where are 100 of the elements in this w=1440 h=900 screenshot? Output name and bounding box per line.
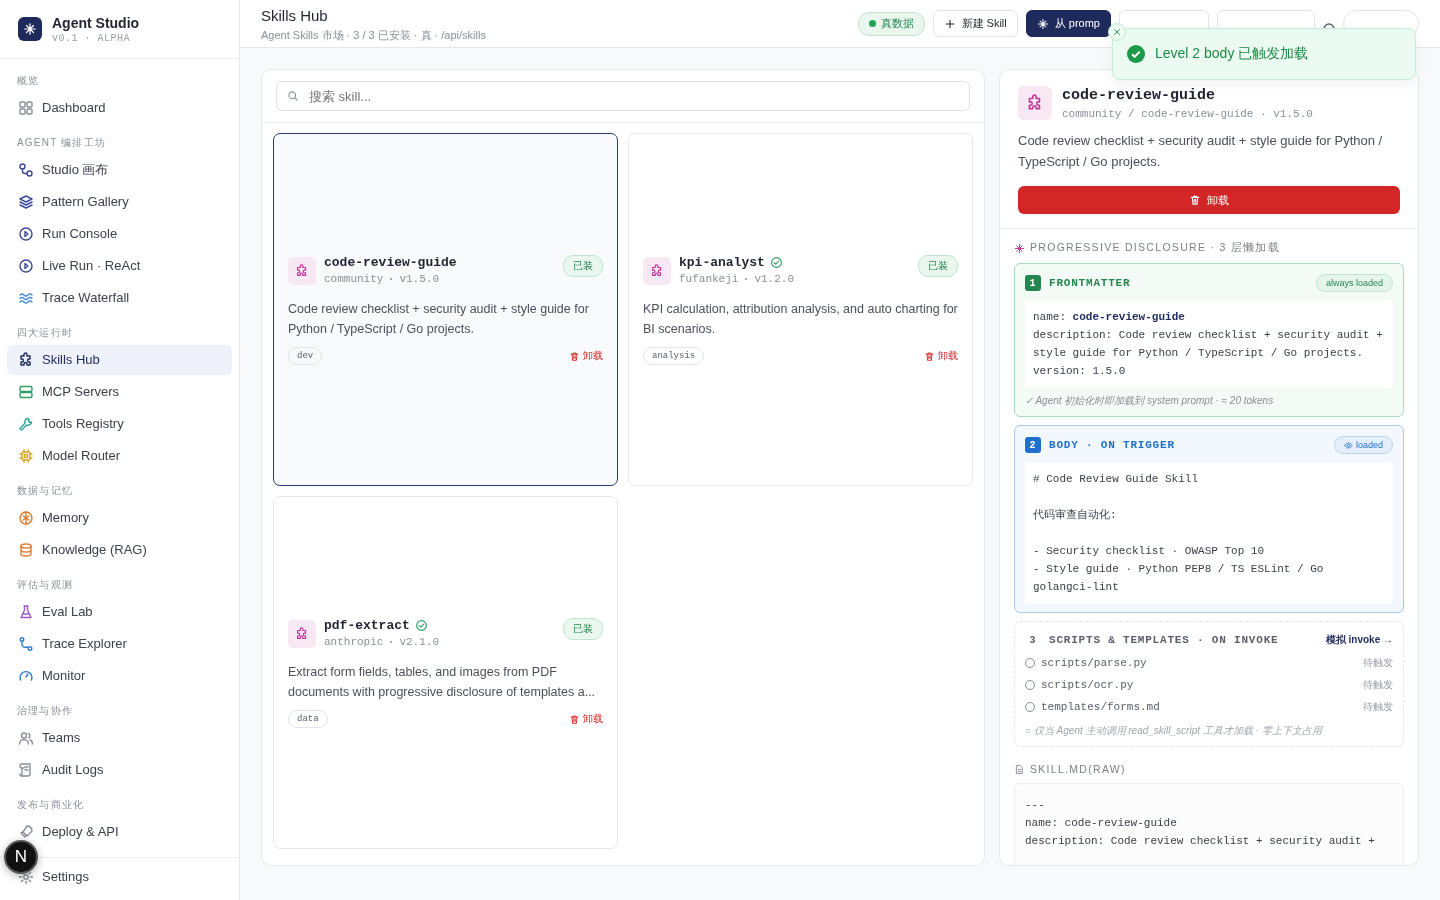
skill-name: pdf-extract: [324, 618, 410, 633]
file-path: scripts/parse.py: [1041, 657, 1147, 669]
status-badge: 已装: [563, 255, 603, 277]
invoke-link[interactable]: 模拟 invoke →: [1325, 633, 1393, 647]
level-note: ○ 仅当 Agent 主动调用 read_skill_script 工具才加载 · 零上下文占用: [1025, 724, 1324, 738]
nav-item[interactable]: Monitor: [7, 661, 232, 691]
search-icon: [287, 90, 299, 102]
section-title: SKILL.MD(RAW): [1030, 763, 1126, 775]
section-label: 治理与协作: [16, 704, 74, 718]
nav-item[interactable]: Audit Logs: [7, 755, 232, 785]
nav-item[interactable]: MCP Servers: [7, 377, 232, 407]
skill-author: anthropic: [324, 636, 384, 648]
skill-author: fufankeji: [679, 273, 739, 285]
code-block: name: code-review-guide description: Code review checklist + security audit + style guide for Python / TypeScript / Go projects. version: 1.5.0: [1025, 300, 1393, 388]
skill-description: Extract form fields, tables, and images from PDF documents with progressive disclosure of templates a...: [288, 664, 597, 701]
layers-icon: [18, 194, 34, 210]
page-subtitle: Agent Skills 市场 · 3 / 3 已安装 · 真 · /api/skills: [261, 28, 486, 43]
nav-item[interactable]: Pattern Gallery: [7, 187, 232, 217]
uninstall-button[interactable]: 卸载: [569, 712, 603, 726]
file-status: 待触发: [1363, 678, 1393, 692]
file-path: templates/forms.md: [1041, 701, 1160, 713]
nav-item[interactable]: Run Console: [7, 219, 232, 249]
skill-description: Code review checklist + security audit + style guide for Python / TypeScript / Go projects.: [288, 301, 590, 338]
uninstall-button[interactable]: 卸载: [569, 349, 603, 363]
code-block: # Code Review Guide Skill 代码审查自动化: - Security checklist · OWASP Top 10 - Style guide · Python PEP8 / TS ESLint / Go golangci-lint: [1025, 462, 1393, 604]
nav-item[interactable]: Dashboard: [7, 93, 232, 123]
file-icon: [1014, 763, 1025, 775]
level-title: SCRIPTS & TEMPLATES · ON INVOKE: [1049, 634, 1279, 646]
skill-description: KPI calculation, attribution analysis, and auto charting for BI scenarios.: [643, 301, 958, 338]
nav-item[interactable]: Model Router: [7, 441, 232, 471]
sparkle-icon: [23, 22, 37, 36]
skill-card[interactable]: pdf-extract anthropic v2.1.0 已装 Extract form fields, tables, and images from PDF documents with progressive disclosure of templates a... data 卸载: [273, 496, 618, 849]
skill-card[interactable]: code-review-guide community v1.5.0 已装 Code review checklist + security audit + style guide for Python / TypeScript / Go projects. dev 卸载: [273, 133, 618, 486]
users-icon: [18, 730, 34, 746]
nav-item[interactable]: Skills Hub: [7, 345, 232, 375]
skill-name: kpi-analyst: [679, 255, 765, 270]
nav-item[interactable]: Tools Registry: [7, 409, 232, 439]
server-icon: [18, 384, 34, 400]
toast-message: Level 2 body 已触发加载: [1155, 45, 1309, 63]
skill-description: Code review checklist + security audit + style guide for Python / TypeScript / Go projects.: [1018, 132, 1384, 171]
wrench-icon: [18, 416, 34, 432]
skill-card[interactable]: kpi-analyst fufankeji v1.2.0 已装 KPI calculation, attribution analysis, and auto charting for BI scenarios. analysis 卸载: [628, 133, 973, 486]
uninstall-button[interactable]: 卸载: [1018, 186, 1400, 214]
plus-icon: [943, 17, 956, 30]
file-status: 待触发: [1363, 656, 1393, 670]
level-number: 2: [1025, 437, 1041, 453]
raw-code: --- name: code-review-guide description: Code review checklist + security audit +: [1014, 783, 1404, 865]
file-path: scripts/ocr.py: [1041, 679, 1134, 691]
level-number: 1: [1025, 275, 1041, 291]
search-field[interactable]: 搜索 skill...: [276, 81, 970, 111]
flask-icon: [18, 604, 34, 620]
skill-path: community / code-review-guide · v1.5.0: [1062, 107, 1313, 120]
data-badge: 真数据: [857, 11, 925, 36]
gauge-icon: [18, 668, 34, 684]
nodes-icon: [18, 162, 34, 178]
trash-icon: [924, 350, 935, 362]
route-icon: [18, 636, 34, 652]
sparkle-icon: [1014, 242, 1025, 254]
skill-version: v1.2.0: [754, 273, 795, 285]
database-icon: [18, 542, 34, 558]
sparkle-icon: [1036, 17, 1049, 30]
skill-name: code-review-guide: [1062, 86, 1217, 104]
trash-icon: [569, 713, 580, 725]
nav-item[interactable]: Eval Lab: [7, 597, 232, 627]
play-icon: [18, 226, 34, 242]
nav-item[interactable]: Trace Explorer: [7, 629, 232, 659]
level-number: 3: [1028, 633, 1038, 648]
new-skill-button[interactable]: 新建 Skill: [932, 10, 1018, 37]
level-title: FRONTMATTER: [1049, 277, 1131, 289]
nav-item[interactable]: Teams: [7, 723, 232, 753]
close-icon: [1112, 27, 1122, 37]
skill-version: v1.5.0: [399, 273, 440, 285]
puzzle-glyph: [295, 264, 309, 278]
skill-author: community: [324, 273, 384, 285]
generate-button[interactable]: 从 promp: [1025, 10, 1111, 37]
section-label: 评估与观测: [16, 578, 74, 592]
puzzle-icon: [18, 352, 34, 368]
eye-icon: [1343, 440, 1353, 450]
section-label: AGENT 编排工坊: [16, 136, 108, 150]
app-version: v0.1 · ALPHA: [52, 32, 131, 44]
gear-icon: [18, 869, 34, 885]
section-label: 概览: [16, 74, 41, 88]
status-badge: 已装: [563, 618, 603, 640]
section-label: 四大运行时: [16, 326, 74, 340]
nav-item[interactable]: Memory: [7, 503, 232, 533]
nav-item[interactable]: Trace Waterfall: [7, 283, 232, 313]
page-title: Skills Hub: [261, 7, 329, 24]
uninstall-button[interactable]: 卸载: [924, 349, 958, 363]
grid-icon: [18, 100, 34, 116]
trash-icon: [569, 350, 580, 362]
puzzle-glyph: [295, 627, 309, 641]
nav-item[interactable]: Knowledge (RAG): [7, 535, 232, 565]
nav-item[interactable]: Studio 画布: [7, 155, 232, 185]
scroll-icon: [18, 762, 34, 778]
avatar-tooltip[interactable]: N: [4, 840, 38, 874]
section-title: PROGRESSIVE DISCLOSURE · 3 层懒加载: [1030, 241, 1280, 255]
status-badge: 已装: [918, 255, 958, 277]
trash-icon: [1189, 194, 1201, 206]
play-icon: [18, 258, 34, 274]
nav-item[interactable]: Live Run · ReAct: [7, 251, 232, 281]
